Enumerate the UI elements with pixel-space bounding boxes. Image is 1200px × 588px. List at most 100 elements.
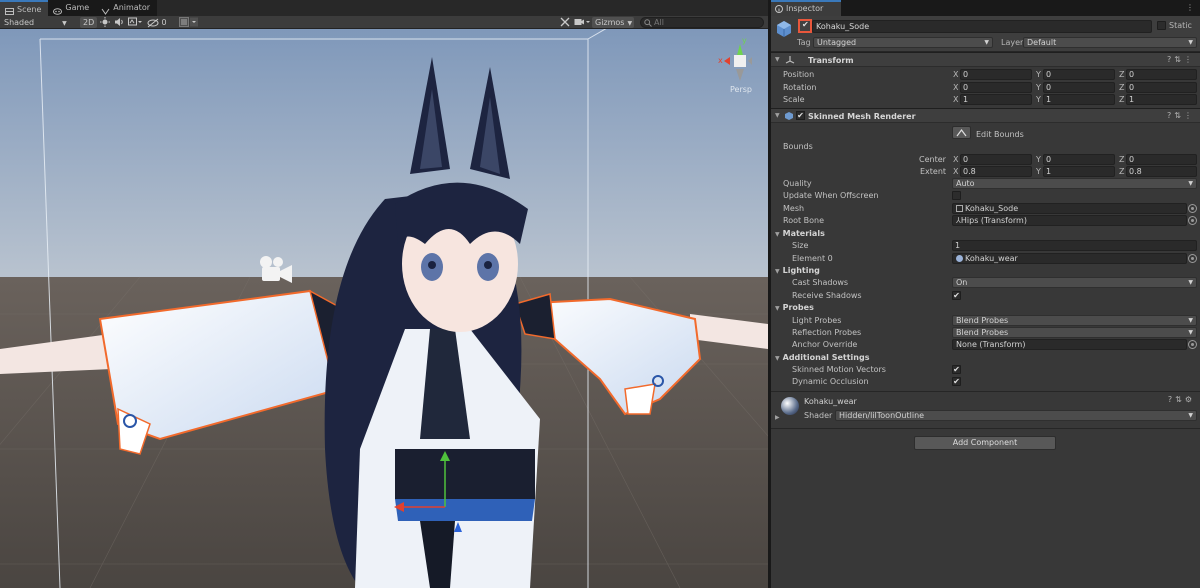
renderer-enabled-checkbox[interactable]: ✔ [796, 111, 805, 120]
quality-dropdown[interactable]: Auto ▼ [952, 178, 1197, 189]
center-y-field[interactable]: 0 [1043, 154, 1115, 165]
scene-toolbar: Shaded ▼ 2D 0 Gizmos ▼ All [0, 16, 768, 29]
reflection-probes-dropdown[interactable]: Blend Probes ▼ [952, 327, 1197, 338]
tab-inspector[interactable]: Inspector [771, 0, 841, 16]
lighting-foldout[interactable]: ▼ Lighting [775, 266, 820, 275]
gizmos-dropdown[interactable]: Gizmos ▼ [592, 17, 634, 28]
foldout-arrow-icon[interactable]: ▼ [775, 56, 780, 63]
camera-dropdown[interactable] [574, 17, 592, 28]
materials-foldout[interactable]: ▼ Materials [775, 229, 825, 238]
static-checkbox[interactable] [1157, 21, 1166, 30]
lighting-toggle-icon[interactable] [100, 17, 110, 28]
mesh-field[interactable]: Kohaku_Sode [952, 203, 1187, 214]
size-field[interactable]: 1 [952, 240, 1197, 251]
transform-header[interactable]: ▼ Transform ?⇅⋮ [771, 52, 1200, 67]
foldout-arrow-icon: ▼ [775, 305, 780, 312]
chevron-down-icon: ▼ [1188, 329, 1193, 336]
component-menu-icons[interactable]: ?⇅⋮ [1167, 55, 1195, 64]
perspective-label[interactable]: Persp [730, 85, 752, 94]
more-options-icon[interactable]: ⋮ [1186, 3, 1194, 12]
scene-viewport[interactable]: x y Persp [0, 29, 768, 588]
scale-x-field[interactable]: 1 [960, 94, 1032, 105]
search-icon [644, 19, 652, 29]
extent-z-field[interactable]: 0.8 [1126, 166, 1197, 177]
update-offscreen-checkbox[interactable] [952, 191, 961, 200]
inspector-tabbar: Inspector ⋮ [771, 0, 1200, 16]
element0-field[interactable]: Kohaku_wear [952, 253, 1187, 264]
tab-game[interactable]: Game [48, 0, 96, 16]
probes-foldout[interactable]: ▼ Probes [775, 303, 814, 312]
cast-shadows-label: Cast Shadows [792, 278, 849, 287]
shading-mode-dropdown[interactable]: Shaded ▼ [4, 17, 67, 28]
position-x-field[interactable]: 0 [960, 69, 1032, 80]
rotation-y-field[interactable]: 0 [1043, 82, 1115, 93]
axis-z-label: Z [1119, 70, 1125, 79]
receive-shadows-checkbox[interactable]: ✔ [952, 291, 961, 300]
scene-icon [5, 6, 14, 15]
mesh-picker-icon[interactable] [1188, 204, 1197, 213]
foldout-arrow-icon: ▼ [775, 231, 780, 238]
element0-picker-icon[interactable] [1188, 254, 1197, 263]
tab-scene[interactable]: Scene [0, 0, 49, 16]
scale-z-field[interactable]: 1 [1126, 94, 1197, 105]
additional-settings-foldout[interactable]: ▼ Additional Settings [775, 353, 869, 362]
rotation-label: Rotation [783, 83, 817, 92]
component-menu-icons[interactable]: ?⇅⋮ [1167, 111, 1195, 120]
material-preview-icon[interactable] [781, 397, 799, 415]
position-z-field[interactable]: 0 [1126, 69, 1197, 80]
materials-label: Materials [782, 229, 825, 238]
dynamic-occlusion-checkbox[interactable]: ✔ [952, 377, 961, 386]
panel-splitter[interactable] [768, 0, 771, 588]
reflection-probes-label: Reflection Probes [792, 328, 862, 337]
tools-icon[interactable] [560, 17, 570, 28]
audio-toggle-icon[interactable] [114, 17, 124, 28]
cast-shadows-dropdown[interactable]: On ▼ [952, 277, 1197, 288]
shader-dropdown[interactable]: Hidden/lilToonOutline ▼ [835, 410, 1197, 421]
axis-x-label: X [953, 70, 959, 79]
layer-dropdown[interactable]: Default ▼ [1023, 37, 1197, 48]
transform-title: Transform [808, 56, 854, 65]
inspector-panel: Inspector ⋮ ✔ Kohaku_Sode Static Tag Unt… [771, 0, 1200, 588]
scale-y-field[interactable]: 1 [1043, 94, 1115, 105]
hidden-objects-toggle[interactable]: 0 [147, 17, 167, 28]
toggle-2d-button[interactable]: 2D [80, 17, 98, 28]
tag-dropdown[interactable]: Untagged ▼ [813, 37, 993, 48]
skinned-motion-label: Skinned Motion Vectors [792, 365, 886, 374]
object-name-field[interactable]: Kohaku_Sode [812, 20, 1152, 33]
shader-label: Shader [804, 411, 833, 420]
add-component-button[interactable]: Add Component [914, 436, 1056, 450]
element0-value: Kohaku_wear [965, 254, 1018, 263]
rotation-x-field[interactable]: 0 [960, 82, 1032, 93]
light-probes-dropdown[interactable]: Blend Probes ▼ [952, 315, 1197, 326]
shading-mode-label: Shaded [4, 18, 35, 27]
edit-bounds-button[interactable] [952, 126, 971, 139]
position-y-field[interactable]: 0 [1043, 69, 1115, 80]
material-menu-icons[interactable]: ?⇅⚙ [1168, 395, 1195, 404]
axis-y-label: Y [1036, 70, 1041, 79]
root-bone-field[interactable]: ⅄Hips (Transform) [952, 215, 1187, 226]
extent-y-field[interactable]: 1 [1043, 166, 1115, 177]
center-x-field[interactable]: 0 [960, 154, 1032, 165]
root-bone-picker-icon[interactable] [1188, 216, 1197, 225]
renderer-icon [784, 111, 794, 123]
anchor-override-picker-icon[interactable] [1188, 340, 1197, 349]
extent-label: Extent [920, 167, 947, 176]
skinned-motion-checkbox[interactable]: ✔ [952, 365, 961, 374]
foldout-arrow-icon[interactable]: ▼ [775, 112, 780, 119]
axis-y-label: Y [1036, 83, 1041, 92]
tab-animator[interactable]: Animator [96, 0, 157, 16]
anchor-override-label: Anchor Override [792, 340, 858, 349]
scene-panel: Scene Game Animator Shaded ▼ 2D 0 Gizmos… [0, 0, 768, 588]
anchor-override-field[interactable]: None (Transform) [952, 339, 1187, 350]
center-z-field[interactable]: 0 [1126, 154, 1197, 165]
skinned-mesh-renderer-header[interactable]: ▼ ✔ Skinned Mesh Renderer ?⇅⋮ [771, 108, 1200, 123]
extent-x-field[interactable]: 0.8 [960, 166, 1032, 177]
update-offscreen-label: Update When Offscreen [783, 191, 879, 200]
axis-z-label: Z [1119, 167, 1125, 176]
active-checkbox[interactable]: ✔ [798, 19, 812, 33]
grid-toggle-icon[interactable] [179, 17, 199, 28]
rotation-z-field[interactable]: 0 [1126, 82, 1197, 93]
foldout-arrow-icon[interactable]: ▶ [775, 414, 780, 421]
scene-search-input[interactable]: All [640, 17, 764, 28]
effects-dropdown[interactable] [128, 17, 142, 28]
